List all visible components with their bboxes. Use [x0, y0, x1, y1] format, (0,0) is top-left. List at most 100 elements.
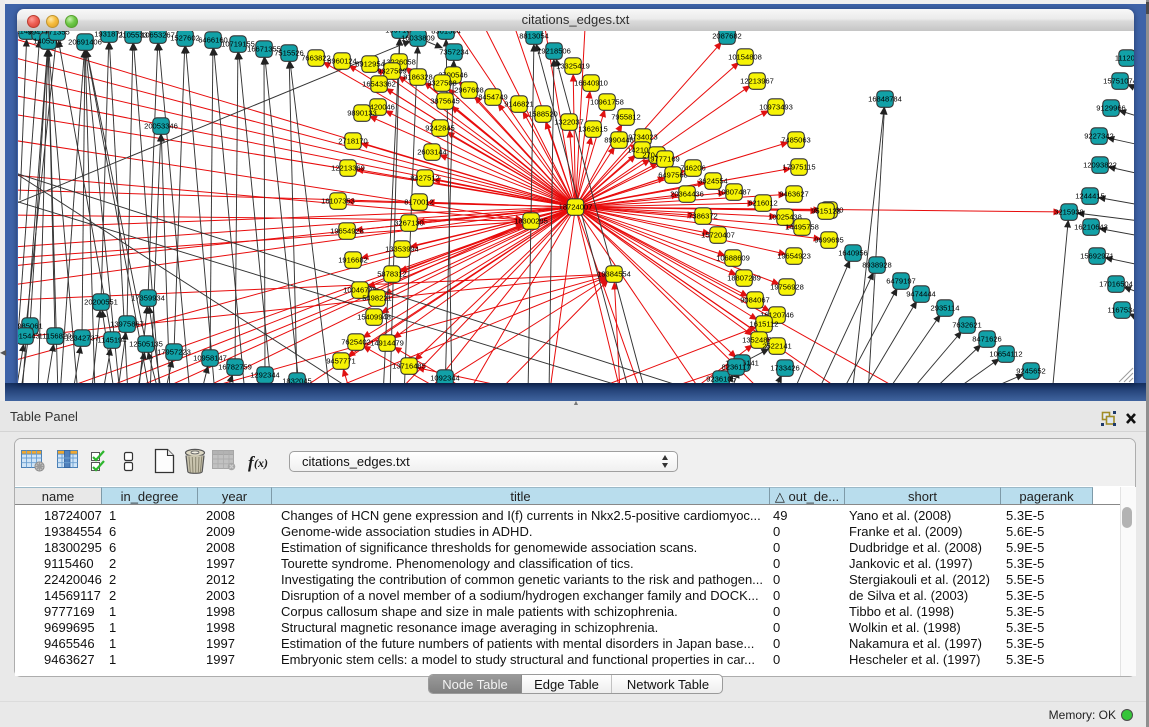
svg-text:2087682: 2087682 — [712, 32, 742, 41]
svg-text:20364436: 20364436 — [670, 190, 704, 199]
svg-text:15720407: 15720407 — [701, 231, 735, 240]
svg-text:10807487: 10807487 — [717, 188, 751, 197]
svg-text:9327508: 9327508 — [427, 79, 457, 88]
svg-text:18724007: 18724007 — [559, 203, 593, 212]
svg-text:14495758: 14495758 — [785, 223, 819, 232]
svg-text:7485063: 7485063 — [781, 136, 811, 145]
svg-text:2718170: 2718170 — [338, 137, 368, 146]
svg-text:10154808: 10154808 — [728, 53, 762, 62]
svg-text:1916682: 1916682 — [338, 256, 368, 265]
svg-text:12093822: 12093822 — [1083, 161, 1117, 170]
svg-text:19218506: 19218506 — [537, 47, 571, 56]
svg-text:10961758: 10961758 — [590, 98, 624, 107]
svg-text:1244415: 1244415 — [1075, 192, 1105, 201]
svg-text:6479197: 6479197 — [886, 277, 916, 286]
svg-text:10958147: 10958147 — [193, 354, 227, 363]
svg-text:771355: 771355 — [44, 31, 69, 37]
svg-text:9457771: 9457771 — [326, 357, 356, 366]
svg-text:7357234: 7357234 — [439, 48, 469, 57]
svg-text:1733426: 1733426 — [770, 364, 800, 373]
svg-text:12213967: 12213967 — [740, 77, 774, 86]
svg-text:3915443: 3915443 — [18, 332, 40, 341]
svg-text:19654923: 19654923 — [777, 252, 811, 261]
svg-text:16640910: 16640910 — [574, 79, 608, 88]
svg-text:16210643: 16210643 — [1074, 223, 1108, 232]
svg-text:9777169: 9777169 — [650, 155, 680, 164]
svg-text:3624554: 3624554 — [698, 177, 728, 186]
svg-text:1145194: 1145194 — [98, 336, 127, 345]
svg-text:2603144: 2603144 — [417, 148, 447, 157]
svg-text:16543362: 16543362 — [362, 80, 396, 89]
svg-text:9734023: 9734023 — [628, 133, 658, 142]
svg-text:9474444: 9474444 — [906, 290, 936, 299]
svg-text:1832045: 1832045 — [282, 377, 312, 383]
svg-text:1527602: 1527602 — [170, 34, 200, 43]
svg-text:8427512: 8427512 — [410, 174, 440, 183]
svg-text:13353994: 13353994 — [385, 245, 419, 254]
svg-text:9227342: 9227342 — [1084, 132, 1114, 141]
svg-text:746206: 746206 — [680, 164, 705, 173]
svg-text:17957223: 17957223 — [157, 348, 191, 357]
svg-text:15409948: 15409948 — [357, 313, 391, 322]
svg-text:9245652: 9245652 — [1016, 367, 1046, 376]
svg-text:5498221: 5498221 — [362, 294, 392, 303]
svg-text:7632621: 7632621 — [952, 321, 982, 330]
svg-text:19654928: 19654928 — [330, 227, 364, 236]
svg-text:17016504: 17016504 — [1099, 280, 1133, 289]
svg-text:1615112: 1615112 — [750, 320, 779, 329]
svg-text:8236117: 8236117 — [722, 363, 751, 372]
svg-text:8561504: 8561504 — [431, 31, 461, 36]
svg-text:9242845: 9242845 — [425, 124, 455, 133]
svg-text:(x): (x) — [254, 456, 268, 470]
svg-text:9146821: 9146821 — [504, 100, 534, 109]
svg-text:111202: 111202 — [1115, 54, 1134, 63]
svg-text:9463627: 9463627 — [779, 190, 809, 199]
svg-text:19756928: 19756928 — [770, 283, 804, 292]
svg-text:19384554: 19384554 — [597, 270, 631, 279]
svg-text:20200551: 20200551 — [84, 298, 118, 307]
svg-text:8471626: 8471626 — [972, 335, 1002, 344]
svg-text:16107353: 16107353 — [321, 197, 355, 206]
svg-text:16848784: 16848784 — [868, 95, 902, 104]
svg-text:15751074: 15751074 — [1103, 77, 1134, 86]
svg-text:16033809: 16033809 — [401, 34, 435, 43]
svg-text:13325419: 13325419 — [556, 62, 590, 71]
svg-text:7955812: 7955812 — [611, 113, 641, 122]
svg-text:10688609: 10688609 — [716, 254, 750, 263]
svg-text:3267130: 3267130 — [394, 219, 424, 228]
svg-text:17359934: 17359934 — [131, 294, 165, 303]
svg-text:9236105: 9236105 — [706, 375, 736, 383]
svg-text:12213369: 12213369 — [331, 164, 365, 173]
svg-text:20691406: 20691406 — [68, 38, 102, 47]
svg-text:18300295: 18300295 — [514, 217, 548, 226]
svg-text:1092344: 1092344 — [430, 374, 460, 383]
svg-text:9515123: 9515123 — [811, 207, 841, 216]
svg-text:3215938: 3215938 — [1054, 208, 1084, 217]
svg-text:17975115: 17975115 — [782, 163, 815, 172]
svg-text:1292344: 1292344 — [250, 371, 280, 380]
svg-text:7515526: 7515526 — [274, 49, 304, 58]
svg-text:12342737: 12342737 — [65, 334, 99, 343]
svg-text:13716485: 13716485 — [392, 362, 426, 371]
svg-text:18807289: 18807289 — [727, 274, 761, 283]
svg-text:15692971: 15692971 — [1080, 252, 1114, 261]
svg-text:10654112: 10654112 — [989, 350, 1022, 359]
svg-text:1167534: 1167534 — [1108, 306, 1135, 315]
svg-text:20053346: 20053346 — [144, 122, 178, 131]
svg-text:9890133: 9890133 — [347, 109, 377, 118]
svg-text:13975867: 13975867 — [110, 320, 144, 329]
svg-text:1640956: 1640956 — [838, 249, 868, 258]
svg-text:9084067: 9084067 — [740, 296, 770, 305]
svg-text:16782759: 16782759 — [218, 363, 252, 372]
svg-text:14914479: 14914479 — [370, 339, 404, 348]
svg-text:7625402: 7625402 — [341, 338, 371, 347]
svg-text:8813054: 8813054 — [519, 32, 549, 41]
svg-text:1362615: 1362615 — [578, 125, 608, 134]
svg-text:3875645: 3875645 — [430, 97, 460, 106]
svg-text:8170012: 8170012 — [404, 198, 434, 207]
svg-text:8960124: 8960124 — [327, 57, 357, 66]
svg-text:9699695: 9699695 — [814, 236, 844, 245]
svg-text:6216012: 6216012 — [748, 199, 778, 208]
svg-text:7386372: 7386372 — [688, 212, 718, 221]
svg-text:8938928: 8938928 — [862, 261, 892, 270]
